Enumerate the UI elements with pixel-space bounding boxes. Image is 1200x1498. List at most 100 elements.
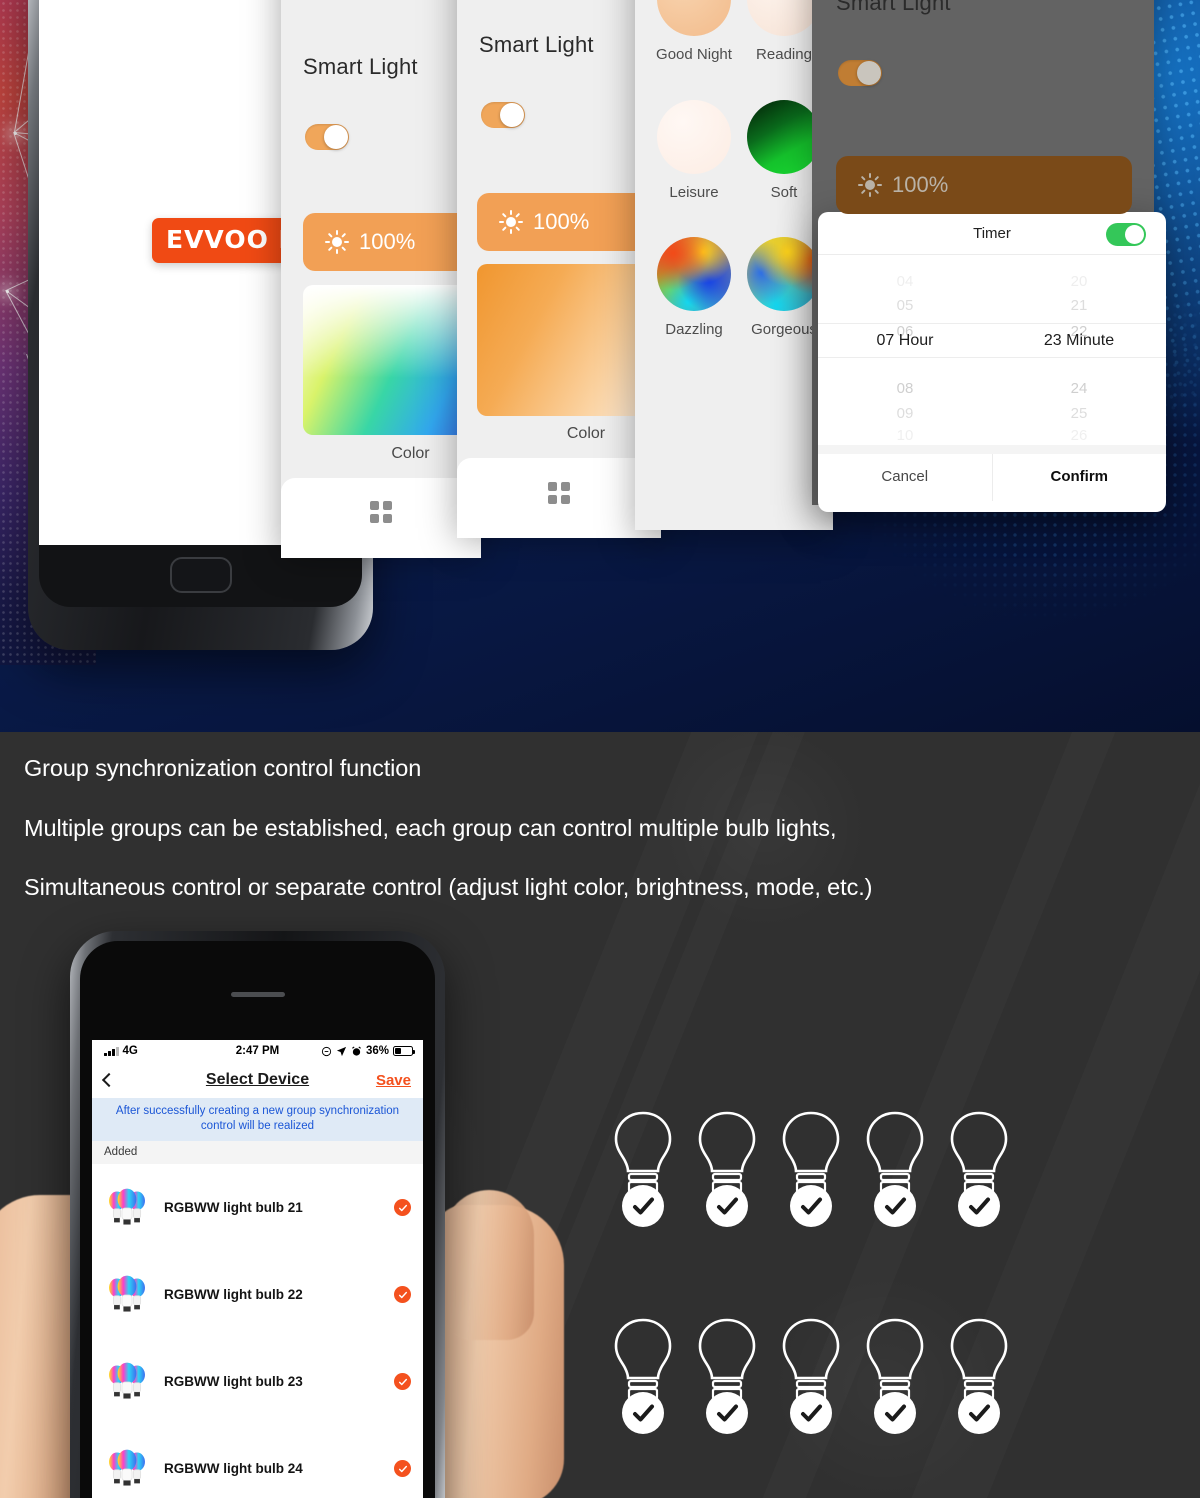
scene-swatch — [747, 237, 821, 311]
check-mark-icon — [633, 1404, 654, 1422]
bulb-row — [610, 1315, 1030, 1434]
check-mark-icon — [398, 1378, 407, 1386]
toggle-knob — [500, 103, 524, 127]
timer-title: Timer — [973, 224, 1011, 242]
rgb-bulb-icon — [109, 1188, 145, 1225]
status-bar: 4G 2:47 PM 36% — [92, 1040, 423, 1062]
scene-item[interactable]: Leisure — [651, 100, 737, 201]
scene-item[interactable]: Dazzling — [651, 237, 737, 338]
rgb-bulb-icon — [109, 1449, 145, 1486]
card4-power-toggle[interactable] — [838, 60, 882, 86]
check-badge — [790, 1185, 832, 1227]
battery-icon — [393, 1046, 415, 1056]
minute-option[interactable]: 26 — [992, 427, 1166, 444]
scene-grid: Good Night Reading Leisure Soft Dazzling… — [635, 0, 833, 530]
card2-brightness-slider[interactable]: 100% — [477, 193, 661, 251]
card1-brightness-slider[interactable]: 100% — [303, 213, 481, 271]
check-badge — [622, 1185, 664, 1227]
alarm-clock-icon — [352, 1045, 361, 1056]
card4-brightness-value: 100% — [892, 172, 949, 197]
minute-option[interactable]: 25 — [992, 405, 1166, 422]
hour-option[interactable]: 04 — [818, 273, 992, 290]
device-name: RGBWW light bulb 22 — [164, 1287, 303, 1303]
device-checkbox[interactable] — [394, 1373, 411, 1391]
hour-option[interactable]: 09 — [818, 405, 992, 422]
scene-item[interactable]: Good Night — [651, 0, 737, 63]
check-mark-icon — [717, 1404, 738, 1422]
check-mark-icon — [398, 1291, 407, 1299]
card1-color-label: Color — [391, 445, 430, 462]
table-row[interactable]: RGBWW light bulb 21 — [92, 1164, 423, 1252]
device-name: RGBWW light bulb 21 — [164, 1200, 303, 1216]
card1-color-picker[interactable] — [303, 285, 481, 435]
feature-line-3: Simultaneous control or separate control… — [24, 874, 873, 900]
check-badge — [958, 1392, 1000, 1434]
timer-enable-toggle[interactable] — [1106, 223, 1146, 246]
check-mark-icon — [969, 1404, 990, 1422]
timer-confirm-button[interactable]: Confirm — [993, 454, 1167, 501]
minute-option[interactable]: 24 — [992, 380, 1166, 397]
timer-wheels[interactable]: 04 05 06 08 09 10 20 21 22 24 25 26 07 H… — [818, 255, 1166, 445]
check-badge — [622, 1392, 664, 1434]
status-time: 2:47 PM — [235, 1045, 280, 1057]
grid-icon[interactable] — [370, 501, 392, 523]
scene-label: Good Night — [656, 46, 732, 63]
pendant-lamp-icon — [986, 0, 1118, 2]
grid-icon[interactable] — [548, 482, 570, 504]
save-button[interactable]: Save — [376, 1072, 411, 1089]
check-badge — [874, 1392, 916, 1434]
home-button[interactable] — [169, 557, 232, 593]
scene-label: Leisure — [669, 184, 719, 201]
device-checkbox[interactable] — [394, 1199, 411, 1217]
check-mark-icon — [398, 1465, 407, 1473]
chevron-left-icon[interactable] — [101, 1072, 117, 1088]
feature-line-2: Multiple groups can be established, each… — [24, 814, 837, 841]
card2-brightness-value: 100% — [533, 209, 590, 234]
scene-swatch — [747, 0, 821, 36]
table-row[interactable]: RGBWW light bulb 22 — [92, 1251, 423, 1339]
hour-option[interactable]: 08 — [818, 380, 992, 397]
section-header-added: Added — [92, 1141, 423, 1165]
table-row[interactable]: RGBWW light bulb 23 — [92, 1338, 423, 1426]
check-badge — [790, 1392, 832, 1434]
page-root: EVVOO HOME Smart Light 100% Color Smart … — [0, 0, 1200, 1498]
card2-color-picker[interactable] — [477, 264, 661, 416]
device-name: RGBWW light bulb 24 — [164, 1461, 303, 1477]
device-checkbox[interactable] — [394, 1286, 411, 1304]
check-badge — [706, 1392, 748, 1434]
feature-copy: Group synchronization control function M… — [24, 756, 1184, 936]
signal-bars-icon — [104, 1046, 119, 1056]
page-title: Select Device — [205, 1071, 310, 1088]
table-row[interactable]: RGBWW light bulb 24 — [92, 1425, 423, 1498]
minute-option[interactable]: 20 — [992, 273, 1166, 290]
network-label: 4G — [122, 1045, 138, 1057]
thumb-right — [444, 1190, 534, 1340]
toggle-knob — [324, 125, 348, 149]
device-checkbox[interactable] — [394, 1460, 411, 1478]
hour-option[interactable]: 05 — [818, 297, 992, 314]
bulb-cell — [862, 1108, 928, 1227]
bulb-illustration-grid — [610, 1108, 1030, 1448]
bulb-cell — [946, 1315, 1012, 1434]
card2-power-toggle[interactable] — [481, 102, 525, 128]
card1-title: Smart Light — [303, 54, 418, 79]
card1-power-toggle[interactable] — [305, 124, 349, 150]
rgb-bulb-icon — [109, 1362, 145, 1399]
card2-title: Smart Light — [479, 32, 594, 57]
check-mark-icon — [801, 1404, 822, 1422]
timer-cancel-button[interactable]: Cancel — [818, 454, 993, 501]
scene-label: Dazzling — [665, 321, 723, 338]
timer-hour-selected: 07 Hour — [876, 331, 934, 349]
hour-option[interactable]: 10 — [818, 427, 992, 444]
card1-brightness-value: 100% — [359, 229, 416, 254]
phone-device-small: 4G 2:47 PM 36% Select Device Save After … — [70, 931, 445, 1498]
minute-option[interactable]: 21 — [992, 297, 1166, 314]
check-mark-icon — [801, 1197, 822, 1215]
check-mark-icon — [717, 1197, 738, 1215]
card4-brightness-slider[interactable]: 100% — [836, 156, 1132, 214]
card4-title: Smart Light — [836, 0, 951, 15]
location-arrow-icon — [336, 1046, 347, 1056]
bulb-cell — [610, 1315, 676, 1434]
check-badge — [706, 1185, 748, 1227]
check-mark-icon — [398, 1204, 407, 1212]
